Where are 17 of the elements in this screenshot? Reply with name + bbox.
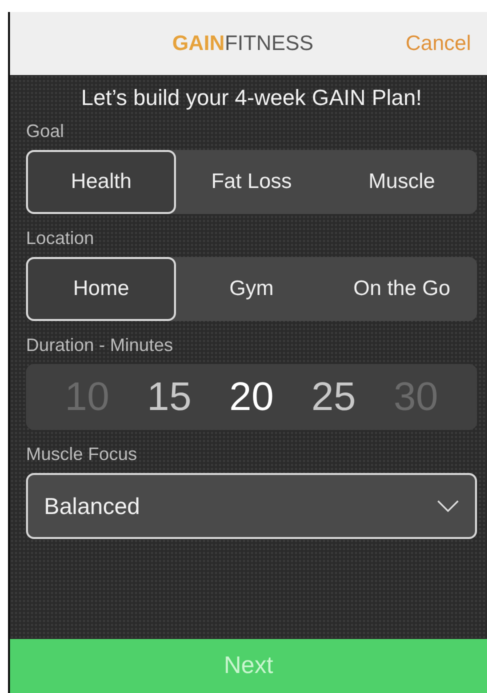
section-label: Duration - Minutes	[26, 335, 174, 356]
segment-option[interactable]: Home	[26, 257, 176, 321]
muscle-focus-dropdown[interactable]: Balanced	[26, 473, 477, 539]
segment-option[interactable]: Fat Loss	[176, 150, 327, 214]
segment-option[interactable]: On the Go	[326, 257, 477, 321]
chevron-down-icon	[437, 500, 459, 512]
duration-value[interactable]: 25	[311, 374, 356, 420]
segment-option[interactable]: Health	[26, 150, 176, 214]
page-heading: Let’s build your 4-week GAIN Plan!	[80, 85, 423, 112]
duration-value[interactable]: 15	[147, 374, 192, 420]
segment-option[interactable]: Gym	[176, 257, 327, 321]
segment-option[interactable]: Muscle	[326, 150, 477, 214]
section-label: Location	[26, 228, 96, 249]
duration-value[interactable]: 20	[229, 374, 274, 420]
app-logo: GAINFITNESS	[171, 32, 314, 56]
section-label: Muscle Focus	[26, 444, 138, 465]
section-label: Goal	[26, 121, 66, 142]
